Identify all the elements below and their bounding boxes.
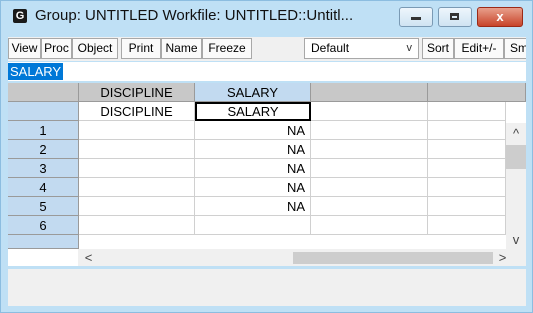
- empty-cell[interactable]: [428, 140, 506, 159]
- empty-cell[interactable]: [428, 102, 506, 121]
- close-icon: x: [496, 9, 504, 24]
- empty-cell[interactable]: [311, 216, 428, 235]
- empty-cell[interactable]: [428, 159, 506, 178]
- scroll-down-icon[interactable]: v: [506, 231, 526, 248]
- empty-cell[interactable]: [311, 140, 428, 159]
- scroll-left-icon[interactable]: <: [80, 249, 97, 266]
- row-header[interactable]: 3: [8, 159, 79, 178]
- data-cell[interactable]: NA: [195, 159, 311, 178]
- edit-bar[interactable]: SALARY: [8, 62, 526, 81]
- data-cell[interactable]: [79, 216, 195, 235]
- maximize-button[interactable]: [438, 7, 472, 27]
- data-cell[interactable]: NA: [195, 121, 311, 140]
- corner-header: [8, 83, 79, 102]
- smpl-button[interactable]: Sm: [504, 38, 526, 59]
- print-button[interactable]: Print: [121, 38, 161, 59]
- column-header-salary[interactable]: SALARY: [195, 83, 311, 102]
- title-bar[interactable]: G Group: UNTITLED Workfile: UNTITLED::Un…: [1, 1, 532, 35]
- row-header[interactable]: 6: [8, 216, 79, 235]
- edit-bar-selection: SALARY: [8, 63, 64, 80]
- empty-cell[interactable]: [428, 216, 506, 235]
- spreadsheet-grid[interactable]: DISCIPLINE SALARY DISCIPLINE SALARY 1 NA…: [8, 83, 526, 266]
- empty-cell[interactable]: [311, 102, 428, 121]
- row-header-names: [8, 102, 79, 121]
- data-cell[interactable]: [79, 140, 195, 159]
- vertical-scroll-thumb[interactable]: [506, 145, 526, 169]
- active-cell[interactable]: SALARY: [195, 102, 311, 121]
- empty-cell[interactable]: [428, 178, 506, 197]
- group-window: G Group: UNTITLED Workfile: UNTITLED::Un…: [0, 0, 533, 313]
- series-name-cell[interactable]: DISCIPLINE: [79, 102, 195, 121]
- view-button[interactable]: View: [8, 38, 41, 59]
- object-button[interactable]: Object: [72, 38, 118, 59]
- display-type-select[interactable]: Default v: [304, 38, 419, 59]
- column-header-discipline[interactable]: DISCIPLINE: [79, 83, 195, 102]
- empty-cell[interactable]: [311, 197, 428, 216]
- sort-button[interactable]: Sort: [422, 38, 454, 59]
- group-icon: G: [13, 9, 27, 23]
- empty-cell[interactable]: [428, 197, 506, 216]
- window-title: Group: UNTITLED Workfile: UNTITLED::Unti…: [35, 7, 354, 24]
- freeze-button[interactable]: Freeze: [202, 38, 252, 59]
- chevron-down-icon: v: [406, 42, 413, 54]
- empty-cell[interactable]: [311, 121, 428, 140]
- scroll-right-icon[interactable]: >: [494, 249, 511, 266]
- status-area: [8, 269, 526, 306]
- row-header-partial[interactable]: [8, 235, 79, 249]
- row-header[interactable]: 4: [8, 178, 79, 197]
- data-cell[interactable]: [195, 216, 311, 235]
- column-header-empty[interactable]: [428, 83, 526, 102]
- scroll-up-icon[interactable]: ^: [506, 125, 526, 142]
- row-header[interactable]: 2: [8, 140, 79, 159]
- name-button[interactable]: Name: [161, 38, 202, 59]
- data-cell[interactable]: NA: [195, 197, 311, 216]
- minimize-button[interactable]: [399, 7, 433, 27]
- column-header-empty[interactable]: [311, 83, 428, 102]
- data-cell[interactable]: NA: [195, 140, 311, 159]
- data-cell[interactable]: [79, 197, 195, 216]
- empty-cell[interactable]: [311, 178, 428, 197]
- data-cell[interactable]: [79, 121, 195, 140]
- proc-button[interactable]: Proc: [41, 38, 72, 59]
- display-type-value: Default: [311, 41, 350, 55]
- data-cell[interactable]: [79, 178, 195, 197]
- edit-toggle-button[interactable]: Edit+/-: [454, 38, 504, 59]
- close-button[interactable]: x: [477, 7, 523, 27]
- data-cell[interactable]: NA: [195, 178, 311, 197]
- data-cell[interactable]: [79, 159, 195, 178]
- empty-cell[interactable]: [428, 121, 506, 140]
- horizontal-scroll-thumb[interactable]: [293, 252, 493, 264]
- row-header[interactable]: 5: [8, 197, 79, 216]
- row-header[interactable]: 1: [8, 121, 79, 140]
- empty-cell[interactable]: [311, 159, 428, 178]
- toolbar: View Proc Object Print Name Freeze Defau…: [8, 37, 526, 61]
